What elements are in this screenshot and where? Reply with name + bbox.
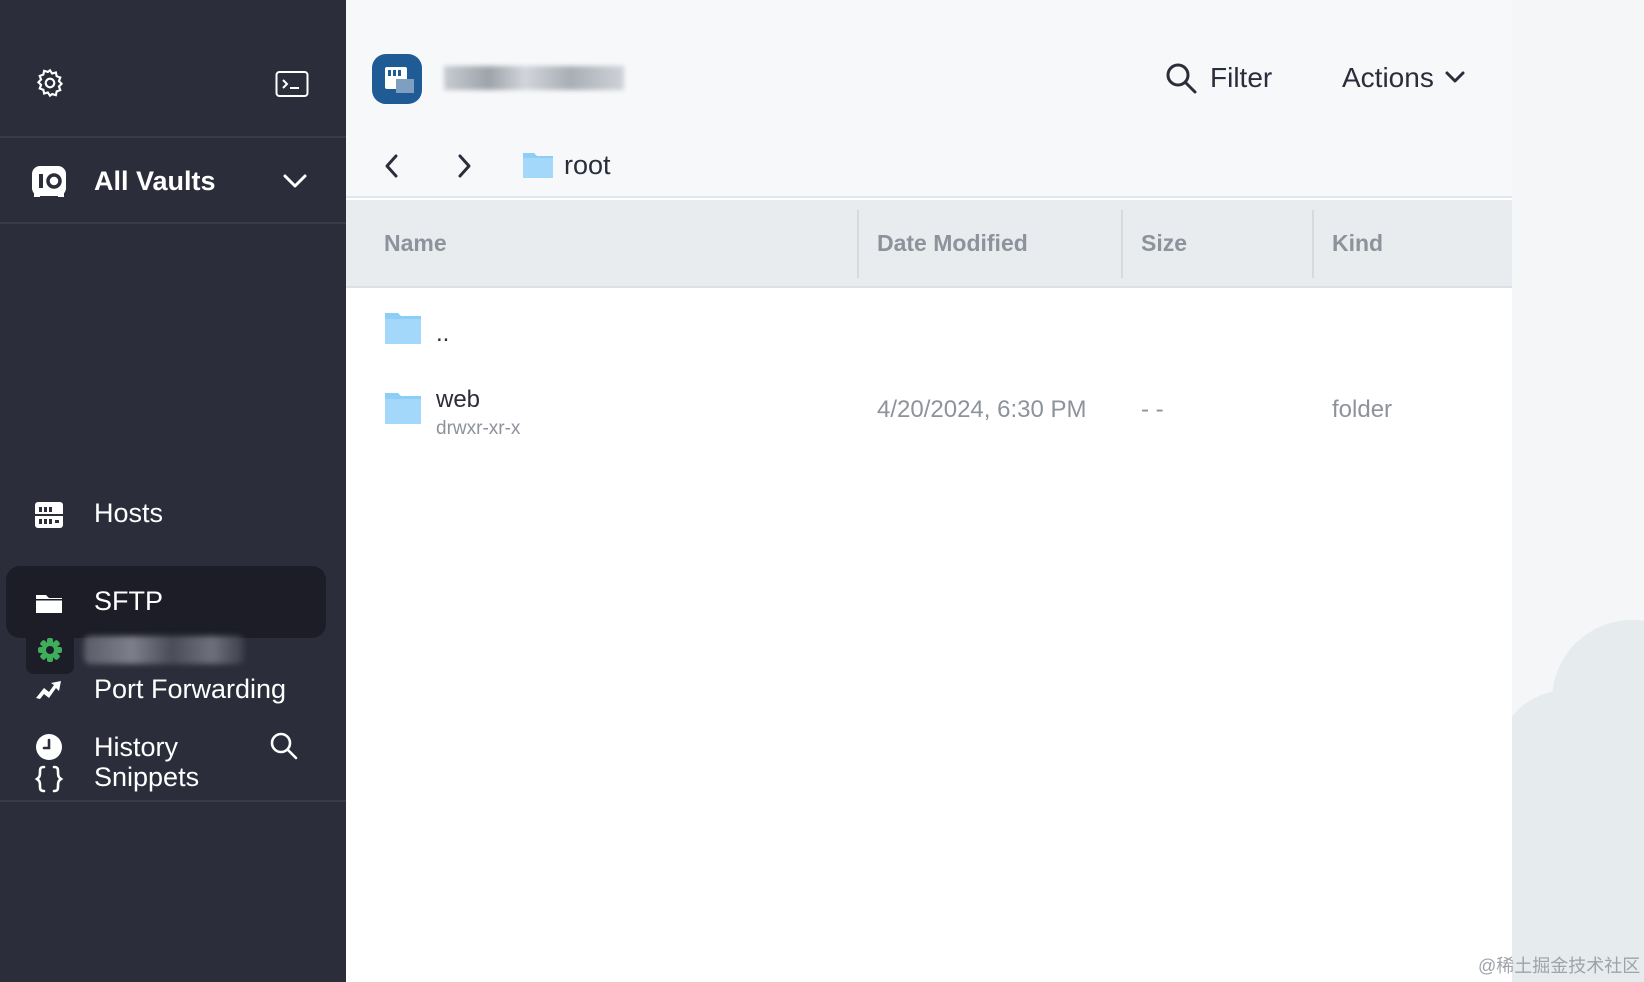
profile-logo-icon (38, 638, 62, 662)
sidebar-item-label: Port Forwarding (94, 674, 287, 704)
sidebar-item-label: Hosts (94, 498, 164, 528)
breadcrumb[interactable]: root (564, 150, 611, 181)
table-row[interactable]: .. (346, 298, 1512, 360)
actions-label: Actions (1342, 62, 1434, 93)
chevron-down-icon (1445, 71, 1465, 83)
vault-label: All Vaults (94, 166, 216, 196)
filter-button[interactable]: Filter (1164, 56, 1272, 100)
vault-selector[interactable]: All Vaults (0, 138, 346, 224)
sidebar-item-label: SFTP (94, 586, 164, 616)
table-row[interactable]: web drwxr-xr-x 4/20/2024, 6:30 PM - - fo… (346, 378, 1512, 450)
actions-menu-button[interactable]: Actions (1342, 56, 1466, 100)
search-icon[interactable] (268, 730, 300, 762)
column-header-size[interactable]: Size (1141, 230, 1187, 257)
background-panel (1512, 0, 1644, 982)
forward-arrow-icon[interactable] (454, 152, 474, 180)
folder-icon (523, 153, 553, 178)
server-icon (385, 67, 414, 93)
sidebar-item-label: History (94, 732, 179, 762)
sidebar: All Vaults Hosts SFTP Port Forwarding Sn… (0, 0, 346, 982)
file-name: web (436, 386, 481, 413)
sidebar-divider (0, 800, 346, 802)
file-permissions: drwxr-xr-x (436, 418, 521, 439)
table-header: Name Date Modified Size Kind (346, 200, 1512, 288)
column-header-kind[interactable]: Kind (1332, 230, 1383, 257)
file-name: .. (436, 320, 450, 347)
column-divider[interactable] (1312, 210, 1314, 278)
host-icon (372, 54, 422, 104)
column-header-name[interactable]: Name (384, 230, 447, 257)
file-kind: folder (1332, 396, 1393, 423)
back-arrow-icon[interactable] (382, 152, 402, 180)
file-size: - - (1141, 396, 1164, 423)
sftp-panel: Filter Actions root Name Date Modified S… (346, 0, 1512, 982)
vault-icon (32, 166, 66, 197)
gear-icon[interactable] (34, 67, 66, 99)
folder-icon (385, 393, 421, 424)
host-name-redacted (444, 66, 624, 90)
cloud-illustration-icon (1512, 620, 1644, 982)
sidebar-item-hosts[interactable]: Hosts (6, 478, 326, 550)
sidebar-item-history[interactable]: History (6, 712, 326, 784)
search-icon (1166, 63, 1197, 94)
history-icon (36, 734, 62, 760)
folder-icon (385, 313, 421, 344)
folder-icon (36, 595, 62, 613)
column-divider[interactable] (857, 210, 859, 278)
column-divider[interactable] (1121, 210, 1123, 278)
port-forwarding-icon (36, 681, 61, 699)
chevron-down-icon[interactable] (282, 172, 308, 190)
sidebar-top (0, 0, 346, 138)
terminal-icon[interactable] (275, 70, 309, 98)
column-header-date-modified[interactable]: Date Modified (877, 230, 1028, 257)
profile-name-redacted (84, 636, 244, 664)
panel-header: Filter Actions root (346, 0, 1512, 198)
watermark: @稀土掘金技术社区 (1478, 956, 1641, 976)
file-date-modified: 4/20/2024, 6:30 PM (877, 396, 1087, 423)
filter-label: Filter (1210, 62, 1273, 93)
avatar[interactable] (26, 626, 74, 674)
hosts-icon (35, 502, 63, 528)
